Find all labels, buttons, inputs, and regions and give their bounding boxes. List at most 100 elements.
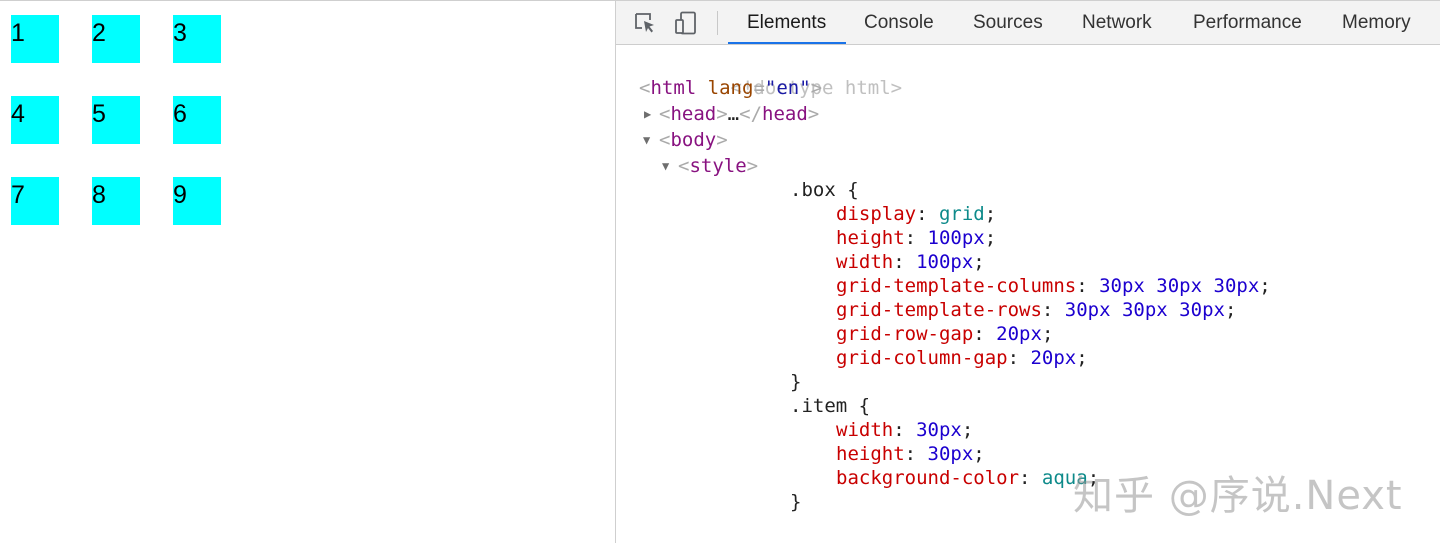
css-property: display <box>836 203 917 225</box>
css-selector-item: .item { <box>790 395 871 417</box>
css-value: 30px 30px 30px <box>1064 299 1225 321</box>
expand-triangle-right-icon[interactable]: ▶ <box>644 101 651 127</box>
css-colon: : <box>916 203 939 225</box>
css-colon: : <box>893 419 917 441</box>
tag-bracket: < <box>659 129 671 151</box>
css-property: grid-row-gap <box>836 323 974 345</box>
tab-performance[interactable]: Performance <box>1193 1 1302 44</box>
css-value: 30px <box>916 419 962 441</box>
grid-item: 5 <box>92 96 140 144</box>
css-rule: background-color: aqua; <box>836 465 1099 491</box>
css-close-brace: } <box>790 371 802 393</box>
css-semicolon: ; <box>973 251 985 273</box>
css-colon: : <box>1007 347 1031 369</box>
css-property: grid-column-gap <box>836 347 1008 369</box>
grid-item: 1 <box>11 15 59 63</box>
tag-name: head <box>670 103 717 125</box>
css-rule: width: 30px; <box>836 417 973 443</box>
css-selector-box: .box { <box>790 179 859 201</box>
tab-elements[interactable]: Elements <box>747 1 826 44</box>
css-rule: display: grid; <box>836 201 996 227</box>
css-colon: : <box>1019 467 1042 489</box>
watermark-text: 知乎 @序说.Next <box>1073 473 1403 519</box>
grid-item: 4 <box>11 96 59 144</box>
attr-name: lang <box>707 77 754 99</box>
tag-bracket: > <box>810 77 823 99</box>
dom-html-node[interactable]: <html lang="en"> <box>639 75 822 101</box>
tag-name: head <box>762 103 808 125</box>
dom-head-node[interactable]: <head>…</head> <box>659 101 819 127</box>
css-property: background-color <box>836 467 1020 489</box>
grid-item: 2 <box>92 15 140 63</box>
expand-triangle-down-icon[interactable]: ▼ <box>643 127 650 153</box>
css-semicolon: ; <box>1076 347 1088 369</box>
css-semicolon: ; <box>961 419 974 441</box>
active-tab-indicator <box>728 42 846 44</box>
css-semicolon: ; <box>973 443 985 465</box>
css-rule: grid-column-gap: 20px; <box>836 345 1088 371</box>
css-value: 100px <box>927 227 985 249</box>
css-property: grid-template-rows <box>836 299 1042 321</box>
css-property: height <box>836 227 905 249</box>
dom-body-node[interactable]: <body> <box>659 127 728 153</box>
css-rule: height: 30px; <box>836 441 985 467</box>
css-property: grid-template-columns <box>836 275 1077 297</box>
css-value: grid <box>938 203 985 225</box>
tag-name: style <box>689 155 747 177</box>
tag-bracket: < <box>678 155 690 177</box>
attr-value: "en" <box>764 77 811 99</box>
grid-box: 1 2 3 4 5 6 7 8 9 <box>11 15 221 225</box>
tab-memory[interactable]: Memory <box>1342 1 1411 44</box>
expand-triangle-down-icon[interactable]: ▼ <box>662 153 669 179</box>
tag-bracket: < <box>659 103 671 125</box>
grid-item: 3 <box>173 15 221 63</box>
collapsed-ellipsis: … <box>727 103 740 125</box>
tag-name: body <box>670 129 717 151</box>
tag-bracket: </ <box>739 103 763 125</box>
device-toolbar-icon[interactable] <box>674 11 698 35</box>
css-rule: grid-row-gap: 20px; <box>836 321 1053 347</box>
grid-item: 8 <box>92 177 140 225</box>
css-property: width <box>836 419 894 441</box>
css-colon: : <box>1076 275 1100 297</box>
dom-doctype[interactable]: <!doctype html> <box>639 49 903 99</box>
grid-item: 6 <box>173 96 221 144</box>
css-value: 30px 30px 30px <box>1099 275 1260 297</box>
tag-bracket: > <box>716 129 728 151</box>
css-colon: : <box>904 443 928 465</box>
css-colon: : <box>904 227 928 249</box>
css-close-brace: } <box>790 491 802 513</box>
css-rule: grid-template-rows: 30px 30px 30px; <box>836 297 1236 323</box>
css-value: 100px <box>916 251 974 273</box>
css-semicolon: ; <box>984 227 997 249</box>
css-rule: width: 100px; <box>836 249 985 275</box>
tag-bracket: > <box>716 103 728 125</box>
page-viewport: 1 2 3 4 5 6 7 8 9 <box>0 1 615 543</box>
dom-style-node[interactable]: <style> <box>678 153 758 179</box>
css-rule: height: 100px; <box>836 225 996 251</box>
inspect-element-icon[interactable] <box>633 11 657 35</box>
tab-network[interactable]: Network <box>1082 1 1152 44</box>
devtools-toolbar: Elements Console Sources Network Perform… <box>616 1 1440 45</box>
tag-bracket: > <box>807 103 820 125</box>
css-property: width <box>836 251 894 273</box>
css-property: height <box>836 443 905 465</box>
css-value: 20px <box>1030 347 1077 369</box>
css-colon: : <box>893 251 917 273</box>
attr-equals: = <box>753 77 765 99</box>
css-value: 30px <box>927 443 974 465</box>
devtools-panel: Elements Console Sources Network Perform… <box>615 1 1440 543</box>
css-semicolon: ; <box>1259 275 1271 297</box>
toolbar-divider <box>717 11 718 35</box>
css-semicolon: ; <box>1224 299 1237 321</box>
css-semicolon: ; <box>1041 323 1054 345</box>
css-rule: grid-template-columns: 30px 30px 30px; <box>836 273 1271 299</box>
grid-item: 7 <box>11 177 59 225</box>
tab-sources[interactable]: Sources <box>973 1 1043 44</box>
grid-item: 9 <box>173 177 221 225</box>
tag-name: html <box>650 77 697 99</box>
css-value: 20px <box>996 323 1042 345</box>
css-semicolon: ; <box>984 203 997 225</box>
tab-console[interactable]: Console <box>864 1 934 44</box>
